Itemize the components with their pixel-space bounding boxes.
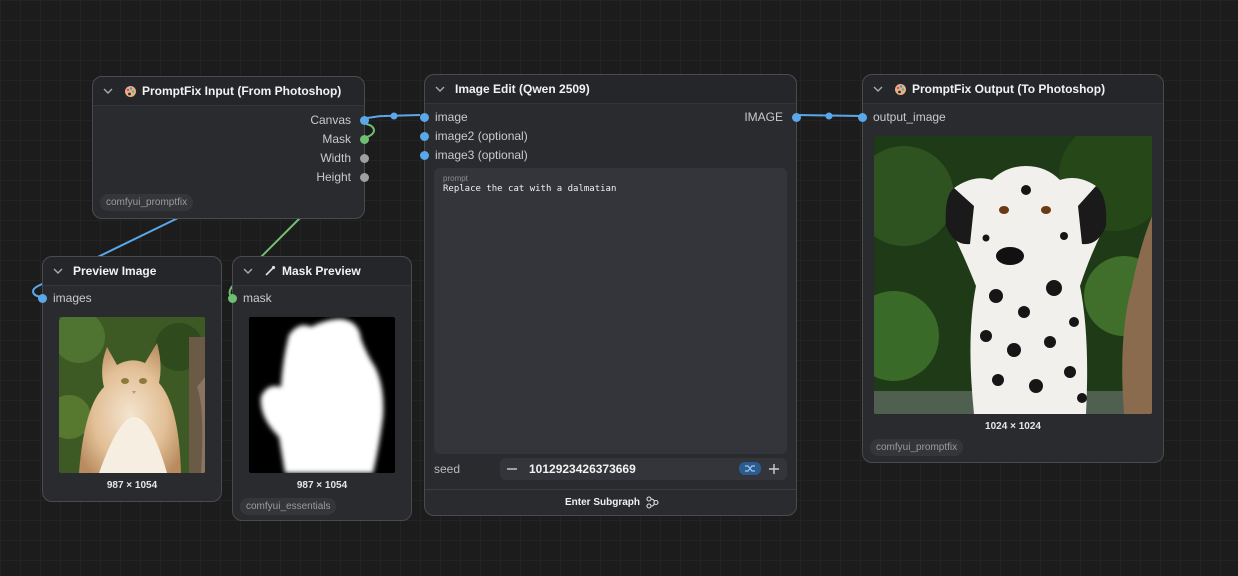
output-mask[interactable]: Mask <box>322 131 369 147</box>
node-title: Mask Preview <box>282 264 361 278</box>
output-label: IMAGE <box>744 110 783 124</box>
input-label: image <box>435 110 468 124</box>
input-output-image[interactable]: output_image <box>858 109 946 125</box>
wire-reroute-dot <box>825 112 833 120</box>
node-source-badge: comfyui_essentials <box>240 498 337 515</box>
input-image2[interactable]: image2 (optional) <box>420 128 528 144</box>
prompt-text[interactable]: Replace the cat with a dalmatian <box>443 184 778 194</box>
seed-value[interactable]: 1012923426373669 <box>529 462 636 476</box>
input-image[interactable]: image <box>420 109 468 125</box>
increment-button[interactable] <box>768 462 780 474</box>
mask-preview-image <box>249 317 395 473</box>
output-image[interactable]: IMAGE <box>744 109 801 125</box>
node-mask-preview[interactable]: Mask Preview mask 987 × 1054 comfyui_ess… <box>228 256 412 521</box>
input-label: mask <box>243 291 272 305</box>
wire-image-to-output <box>795 114 863 117</box>
input-image3[interactable]: image3 (optional) <box>420 147 528 163</box>
output-label: Height <box>316 170 351 184</box>
output-label: Canvas <box>310 113 351 127</box>
wire-reroute-dot <box>390 112 398 120</box>
shuffle-icon[interactable] <box>739 462 761 475</box>
input-label: image2 (optional) <box>435 129 528 143</box>
output-canvas[interactable]: Canvas <box>310 112 369 128</box>
output-socket[interactable] <box>360 115 369 125</box>
chevron-down-icon[interactable] <box>435 83 447 95</box>
prompt-label: prompt <box>443 174 468 183</box>
chevron-down-icon[interactable] <box>243 265 255 277</box>
wire-canvas-to-image <box>363 114 421 119</box>
input-images[interactable]: images <box>38 290 92 306</box>
output-socket[interactable] <box>360 134 369 144</box>
node-promptfix-input[interactable]: PromptFix Input (From Photoshop) Canvas … <box>92 76 369 219</box>
input-socket[interactable] <box>228 293 237 303</box>
node-image-edit[interactable]: Image Edit (Qwen 2509) image image2 (opt… <box>420 74 801 516</box>
node-header[interactable]: PromptFix Input (From Photoshop) <box>93 77 364 106</box>
chevron-down-icon[interactable] <box>103 85 115 97</box>
input-mask[interactable]: mask <box>228 290 272 306</box>
enter-subgraph-label: Enter Subgraph <box>565 497 641 508</box>
preview-image-cat <box>59 317 205 473</box>
decrement-button[interactable] <box>506 462 518 474</box>
output-socket[interactable] <box>360 172 369 182</box>
node-title: Image Edit (Qwen 2509) <box>455 82 590 96</box>
node-title: PromptFix Output (To Photoshop) <box>912 82 1106 96</box>
chevron-down-icon[interactable] <box>53 265 65 277</box>
output-width[interactable]: Width <box>320 150 369 166</box>
input-socket[interactable] <box>38 293 47 303</box>
node-footer-divider <box>425 489 796 490</box>
output-label: Width <box>320 151 351 165</box>
node-preview-image[interactable]: Preview Image images 987 × 1054 <box>38 256 222 502</box>
palette-icon <box>123 84 137 98</box>
input-socket[interactable] <box>858 112 867 122</box>
subgraph-icon <box>646 496 659 509</box>
image-dimensions: 1024 × 1024 <box>985 421 1041 432</box>
image-dimensions: 987 × 1054 <box>106 480 158 491</box>
palette-icon <box>893 82 907 96</box>
node-header[interactable]: Preview Image <box>43 257 221 286</box>
chevron-down-icon[interactable] <box>873 83 885 95</box>
enter-subgraph-button[interactable]: Enter Subgraph <box>565 496 659 509</box>
node-header[interactable]: PromptFix Output (To Photoshop) <box>863 75 1163 104</box>
output-image-dalmatian <box>874 136 1152 414</box>
node-promptfix-output[interactable]: PromptFix Output (To Photoshop) output_i… <box>858 74 1164 463</box>
node-header[interactable]: Mask Preview <box>233 257 411 286</box>
input-label: image3 (optional) <box>435 148 528 162</box>
output-socket[interactable] <box>360 153 369 163</box>
input-label: images <box>53 291 92 305</box>
prompt-textarea[interactable]: prompt Replace the cat with a dalmatian <box>434 168 787 454</box>
input-socket[interactable] <box>420 112 429 122</box>
input-socket[interactable] <box>420 150 429 160</box>
node-source-badge: comfyui_promptfix <box>870 439 964 456</box>
node-title: PromptFix Input (From Photoshop) <box>142 84 342 98</box>
seed-label: seed <box>434 462 461 476</box>
output-socket[interactable] <box>792 112 801 122</box>
input-socket[interactable] <box>420 131 429 141</box>
input-label: output_image <box>873 110 946 124</box>
node-title: Preview Image <box>73 264 157 278</box>
seed-number-field[interactable]: 1012923426373669 <box>500 458 787 480</box>
output-height[interactable]: Height <box>316 169 369 185</box>
node-source-badge: comfyui_promptfix <box>100 194 194 211</box>
output-label: Mask <box>322 132 351 146</box>
mask-tool-icon <box>263 264 277 278</box>
image-dimensions: 987 × 1054 <box>296 480 348 491</box>
node-header[interactable]: Image Edit (Qwen 2509) <box>425 75 796 104</box>
